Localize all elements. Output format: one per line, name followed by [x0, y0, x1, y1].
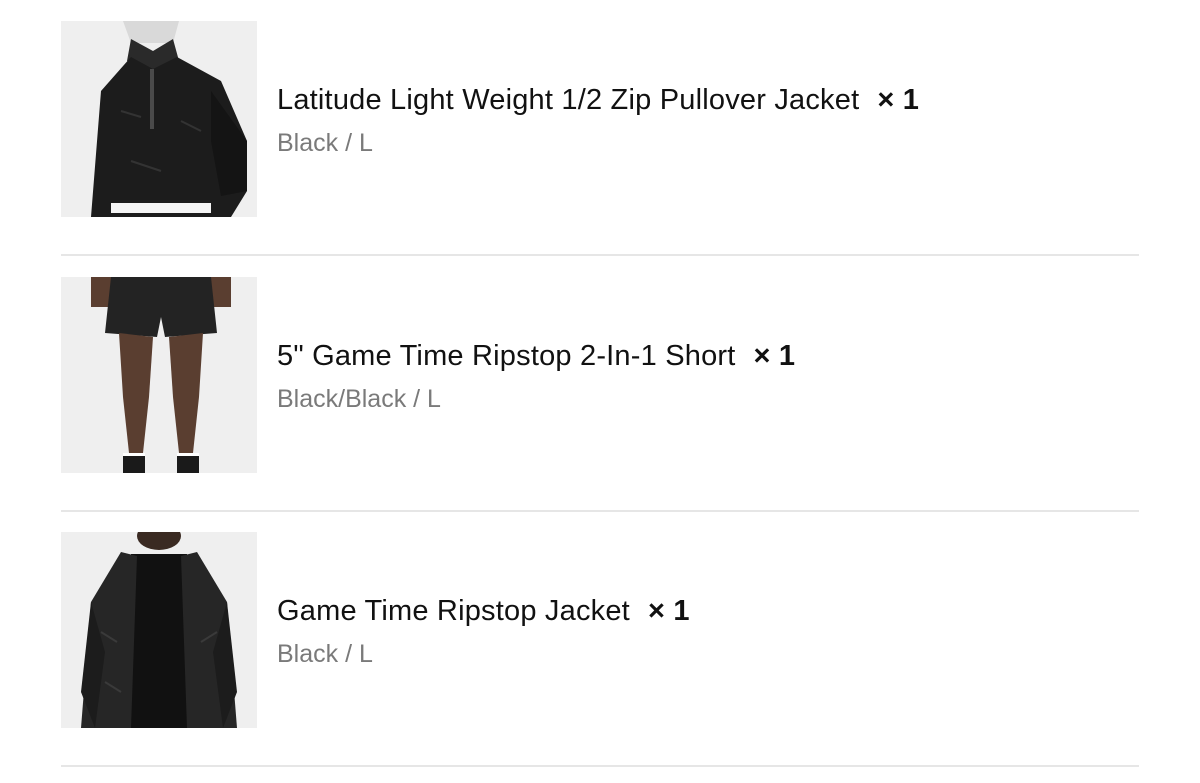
order-item[interactable]: Game Time Ripstop Jacket × 1 Black / L — [61, 511, 1139, 767]
ripstop-jacket-image — [61, 532, 257, 728]
item-variant: Black / L — [277, 129, 373, 157]
item-title-line: Game Time Ripstop Jacket × 1 — [277, 591, 690, 631]
item-variant: Black/Black / L — [277, 385, 441, 413]
item-info: Game Time Ripstop Jacket × 1 Black / L — [277, 591, 690, 671]
item-title-line: Latitude Light Weight 1/2 Zip Pullover J… — [277, 80, 919, 120]
item-variant: Black / L — [277, 640, 373, 668]
product-thumbnail-ripstop-jacket[interactable] — [61, 532, 257, 728]
order-item[interactable]: 5" Game Time Ripstop 2-In-1 Short × 1 Bla… — [61, 256, 1139, 512]
shorts-image — [61, 277, 257, 473]
item-title-line: 5" Game Time Ripstop 2-In-1 Short × 1 — [277, 336, 795, 376]
item-quantity: × 1 — [877, 84, 920, 116]
product-thumbnail-pullover-jacket[interactable] — [61, 21, 257, 217]
item-name[interactable]: Latitude Light Weight 1/2 Zip Pullover J… — [277, 84, 859, 116]
item-name[interactable]: Game Time Ripstop Jacket — [277, 595, 630, 627]
divider — [61, 765, 1139, 767]
order-item[interactable]: Latitude Light Weight 1/2 Zip Pullover J… — [61, 0, 1139, 256]
item-info: Latitude Light Weight 1/2 Zip Pullover J… — [277, 80, 919, 160]
item-name[interactable]: 5" Game Time Ripstop 2-In-1 Short — [277, 340, 736, 372]
product-thumbnail-shorts[interactable] — [61, 277, 257, 473]
pullover-jacket-image — [61, 21, 257, 217]
item-quantity: × 1 — [647, 595, 690, 627]
item-quantity: × 1 — [753, 340, 796, 372]
item-info: 5" Game Time Ripstop 2-In-1 Short × 1 Bla… — [277, 336, 795, 416]
